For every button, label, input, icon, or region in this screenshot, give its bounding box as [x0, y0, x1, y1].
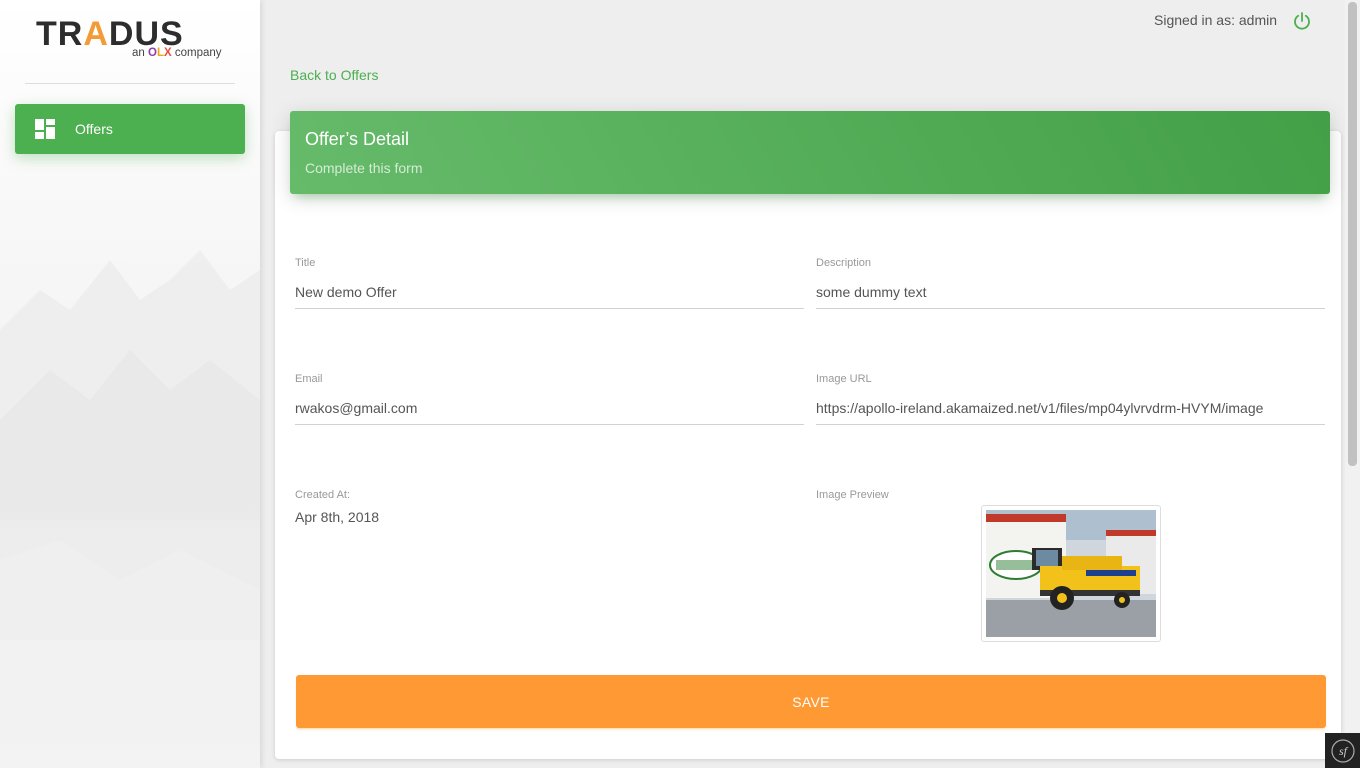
scrollbar-thumb[interactable]: [1348, 2, 1357, 466]
description-field: Description: [816, 257, 1325, 309]
offer-card: [275, 131, 1341, 759]
svg-text:sf: sf: [1338, 744, 1348, 758]
created-at-field: Created At: Apr 8th, 2018: [295, 489, 804, 525]
back-to-offers-link[interactable]: Back to Offers: [290, 67, 378, 83]
title-input[interactable]: [295, 281, 804, 309]
image-url-label: Image URL: [816, 373, 872, 385]
title-label: Title: [295, 257, 316, 269]
card-title: Offer’s Detail: [305, 129, 410, 149]
image-preview: [981, 505, 1161, 642]
image-url-input[interactable]: [816, 397, 1325, 425]
signed-in-label: Signed in as: admin: [1154, 12, 1277, 28]
image-preview-field: Image Preview: [816, 489, 976, 501]
description-input[interactable]: [816, 281, 1325, 309]
symfony-logo-icon: sf: [1330, 738, 1355, 763]
email-label: Email: [295, 373, 323, 385]
tradus-logo[interactable]: TRADUS an OLX company: [36, 16, 226, 66]
image-url-field: Image URL: [816, 373, 1325, 425]
sidebar-item-offers[interactable]: Offers: [15, 104, 245, 154]
power-icon[interactable]: [1292, 11, 1312, 31]
dashboard-icon: [35, 119, 55, 139]
description-label: Description: [816, 257, 872, 269]
logo-tagline: an OLX company: [132, 47, 222, 59]
image-preview-label: Image Preview: [816, 489, 889, 501]
combine-harvester-image: [986, 510, 1156, 637]
sidebar: TRADUS an OLX company Offers: [0, 0, 260, 768]
sidebar-divider: [25, 83, 235, 84]
email-field: Email: [295, 373, 804, 425]
symfony-icon[interactable]: sf: [1325, 733, 1360, 768]
created-at-value: Apr 8th, 2018: [295, 509, 380, 525]
sidebar-item-label: Offers: [75, 121, 113, 137]
save-button[interactable]: SAVE: [296, 675, 1326, 728]
created-at-label: Created At:: [295, 489, 351, 501]
title-field: Title: [295, 257, 804, 309]
email-input[interactable]: [295, 397, 804, 425]
card-subtitle: Complete this form: [305, 160, 423, 176]
card-header: Offer’s Detail Complete this form: [290, 111, 1330, 194]
